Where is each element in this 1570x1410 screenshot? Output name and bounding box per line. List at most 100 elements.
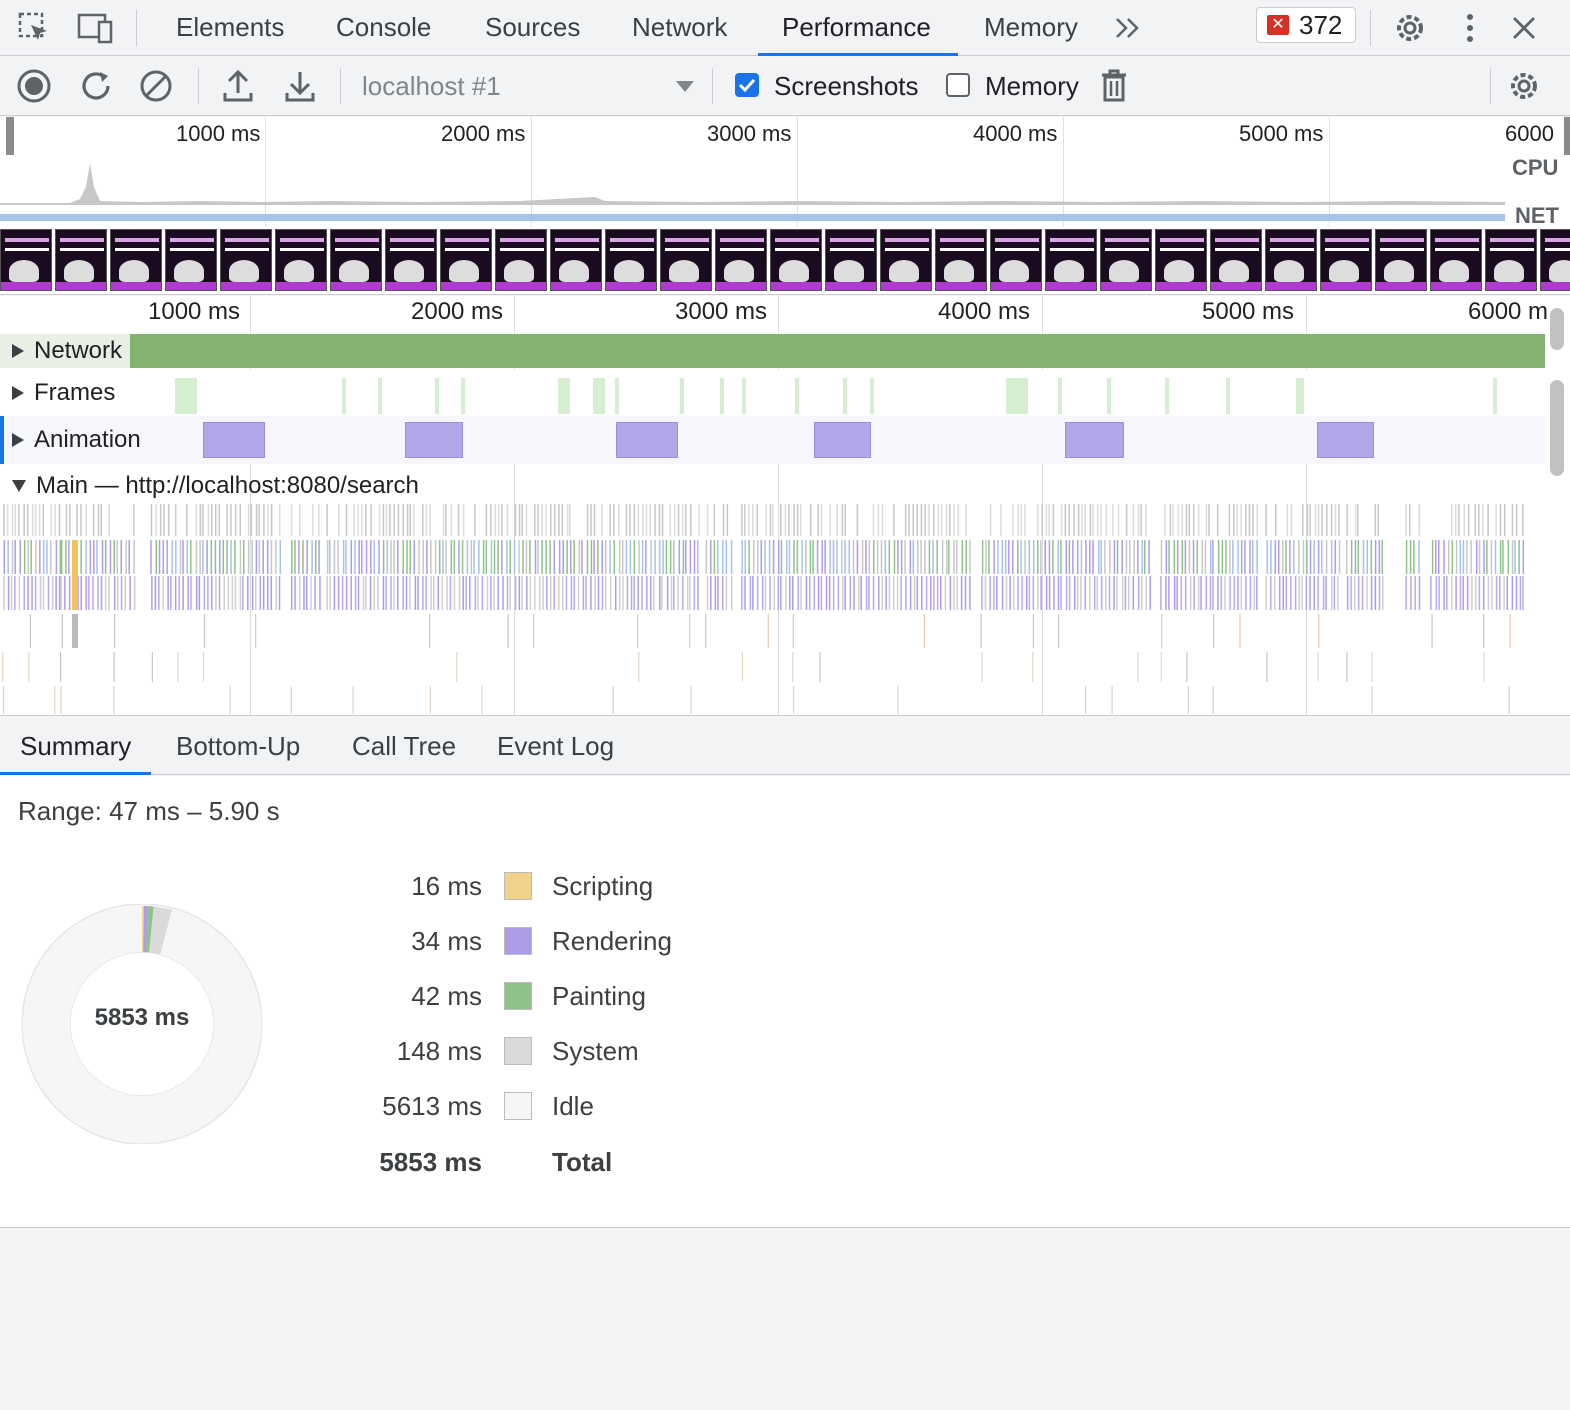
flame-event[interactable]	[1245, 504, 1247, 536]
flame-event[interactable]	[382, 540, 385, 574]
flame-event[interactable]	[7, 540, 9, 574]
flame-event[interactable]	[785, 540, 788, 574]
flame-event[interactable]	[658, 504, 661, 536]
flame-event[interactable]	[872, 576, 875, 610]
flame-event[interactable]	[824, 540, 826, 574]
flame-event[interactable]	[1285, 540, 1287, 574]
flame-event[interactable]	[1177, 504, 1179, 536]
flame-event[interactable]	[792, 652, 794, 682]
flame-event[interactable]	[358, 540, 360, 574]
flame-event[interactable]	[466, 540, 469, 574]
flame-event[interactable]	[669, 504, 671, 536]
flame-event[interactable]	[345, 540, 347, 574]
flame-event[interactable]	[945, 504, 948, 536]
screenshot-thumbnail[interactable]	[1210, 229, 1262, 291]
flame-event[interactable]	[633, 540, 636, 574]
flame-event[interactable]	[113, 614, 116, 648]
flame-event[interactable]	[97, 504, 100, 536]
flame-event[interactable]	[546, 576, 548, 610]
flame-event[interactable]	[434, 540, 437, 574]
flame-event[interactable]	[23, 504, 25, 536]
trash-icon[interactable]	[1094, 66, 1134, 106]
flame-event[interactable]	[1256, 576, 1258, 610]
flame-event[interactable]	[706, 504, 709, 536]
flame-event[interactable]	[562, 540, 564, 574]
flame-event[interactable]	[948, 540, 950, 574]
flame-event[interactable]	[1290, 576, 1292, 610]
flame-event[interactable]	[1176, 576, 1178, 610]
flame-event[interactable]	[553, 504, 556, 536]
flame-event[interactable]	[534, 504, 536, 536]
animation-block[interactable]	[203, 422, 265, 458]
flame-event[interactable]	[1317, 652, 1319, 682]
flame-event[interactable]	[1482, 504, 1484, 536]
flame-event[interactable]	[673, 540, 675, 574]
flame-event[interactable]	[876, 540, 879, 574]
flame-event[interactable]	[857, 576, 860, 610]
flame-event[interactable]	[689, 540, 692, 574]
flame-event[interactable]	[199, 540, 201, 574]
flame-event[interactable]	[1413, 540, 1415, 574]
flame-event[interactable]	[558, 504, 560, 536]
flame-event[interactable]	[565, 576, 568, 610]
flame-event[interactable]	[693, 576, 696, 610]
flame-event[interactable]	[1301, 576, 1303, 610]
flame-event[interactable]	[1286, 504, 1288, 536]
record-icon[interactable]	[14, 66, 54, 106]
flame-event[interactable]	[382, 504, 385, 536]
flame-event[interactable]	[677, 576, 679, 610]
frame-marker[interactable]	[720, 378, 724, 414]
tab-summary[interactable]: Summary	[0, 717, 152, 775]
flame-event-scripting[interactable]	[72, 540, 78, 610]
flame-event[interactable]	[1184, 576, 1187, 610]
flame-event[interactable]	[357, 504, 359, 536]
flame-event[interactable]	[836, 504, 838, 536]
flame-event[interactable]	[569, 540, 572, 574]
flame-event[interactable]	[841, 576, 844, 610]
flame-event[interactable]	[278, 504, 281, 536]
animation-block[interactable]	[405, 422, 463, 458]
flame-event[interactable]	[250, 504, 253, 536]
flame-event[interactable]	[965, 540, 967, 574]
flame-event[interactable]	[658, 540, 661, 574]
flame-event[interactable]	[80, 540, 82, 574]
flame-event[interactable]	[685, 504, 687, 536]
flame-event[interactable]	[558, 540, 561, 574]
flame-event[interactable]	[242, 576, 244, 610]
animation-block[interactable]	[814, 422, 871, 458]
flame-event[interactable]	[490, 504, 492, 536]
flame-event[interactable]	[92, 576, 94, 610]
flame-event[interactable]	[613, 504, 615, 536]
flame-event[interactable]	[1048, 504, 1050, 536]
timeline-scrollbar-thumb[interactable]	[1550, 380, 1564, 476]
flame-event[interactable]	[609, 504, 611, 536]
flame-event[interactable]	[1346, 504, 1348, 536]
flame-event[interactable]	[1176, 540, 1179, 574]
flame-event[interactable]	[290, 686, 293, 714]
flame-event[interactable]	[405, 576, 408, 610]
flame-event[interactable]	[1321, 504, 1323, 536]
frame-marker[interactable]	[1226, 378, 1230, 414]
flame-event[interactable]	[881, 504, 884, 536]
flame-event[interactable]	[1302, 540, 1305, 574]
flame-event[interactable]	[229, 686, 231, 714]
tab-event-log[interactable]: Event Log	[477, 717, 634, 775]
flame-event[interactable]	[1024, 540, 1026, 574]
flame-event[interactable]	[1045, 504, 1048, 536]
flame-event[interactable]	[1108, 576, 1111, 610]
screenshot-thumbnail[interactable]	[1320, 229, 1372, 291]
tab-memory[interactable]: Memory	[980, 0, 1082, 56]
screenshot-thumbnail[interactable]	[880, 229, 932, 291]
flame-event[interactable]	[1330, 576, 1333, 610]
flame-event[interactable]	[788, 504, 790, 536]
flame-event[interactable]	[501, 540, 503, 574]
flame-event[interactable]	[997, 540, 999, 574]
flame-chart-timeline[interactable]: 1000 ms 2000 ms 3000 ms 4000 ms 5000 ms …	[0, 296, 1570, 716]
flame-event[interactable]	[1506, 576, 1509, 610]
flame-event[interactable]	[1140, 504, 1142, 536]
flame-event[interactable]	[1431, 614, 1433, 648]
flame-event[interactable]	[860, 576, 862, 610]
flame-event[interactable]	[525, 504, 528, 536]
flame-event[interactable]	[1443, 576, 1445, 610]
flame-event[interactable]	[1266, 540, 1269, 574]
